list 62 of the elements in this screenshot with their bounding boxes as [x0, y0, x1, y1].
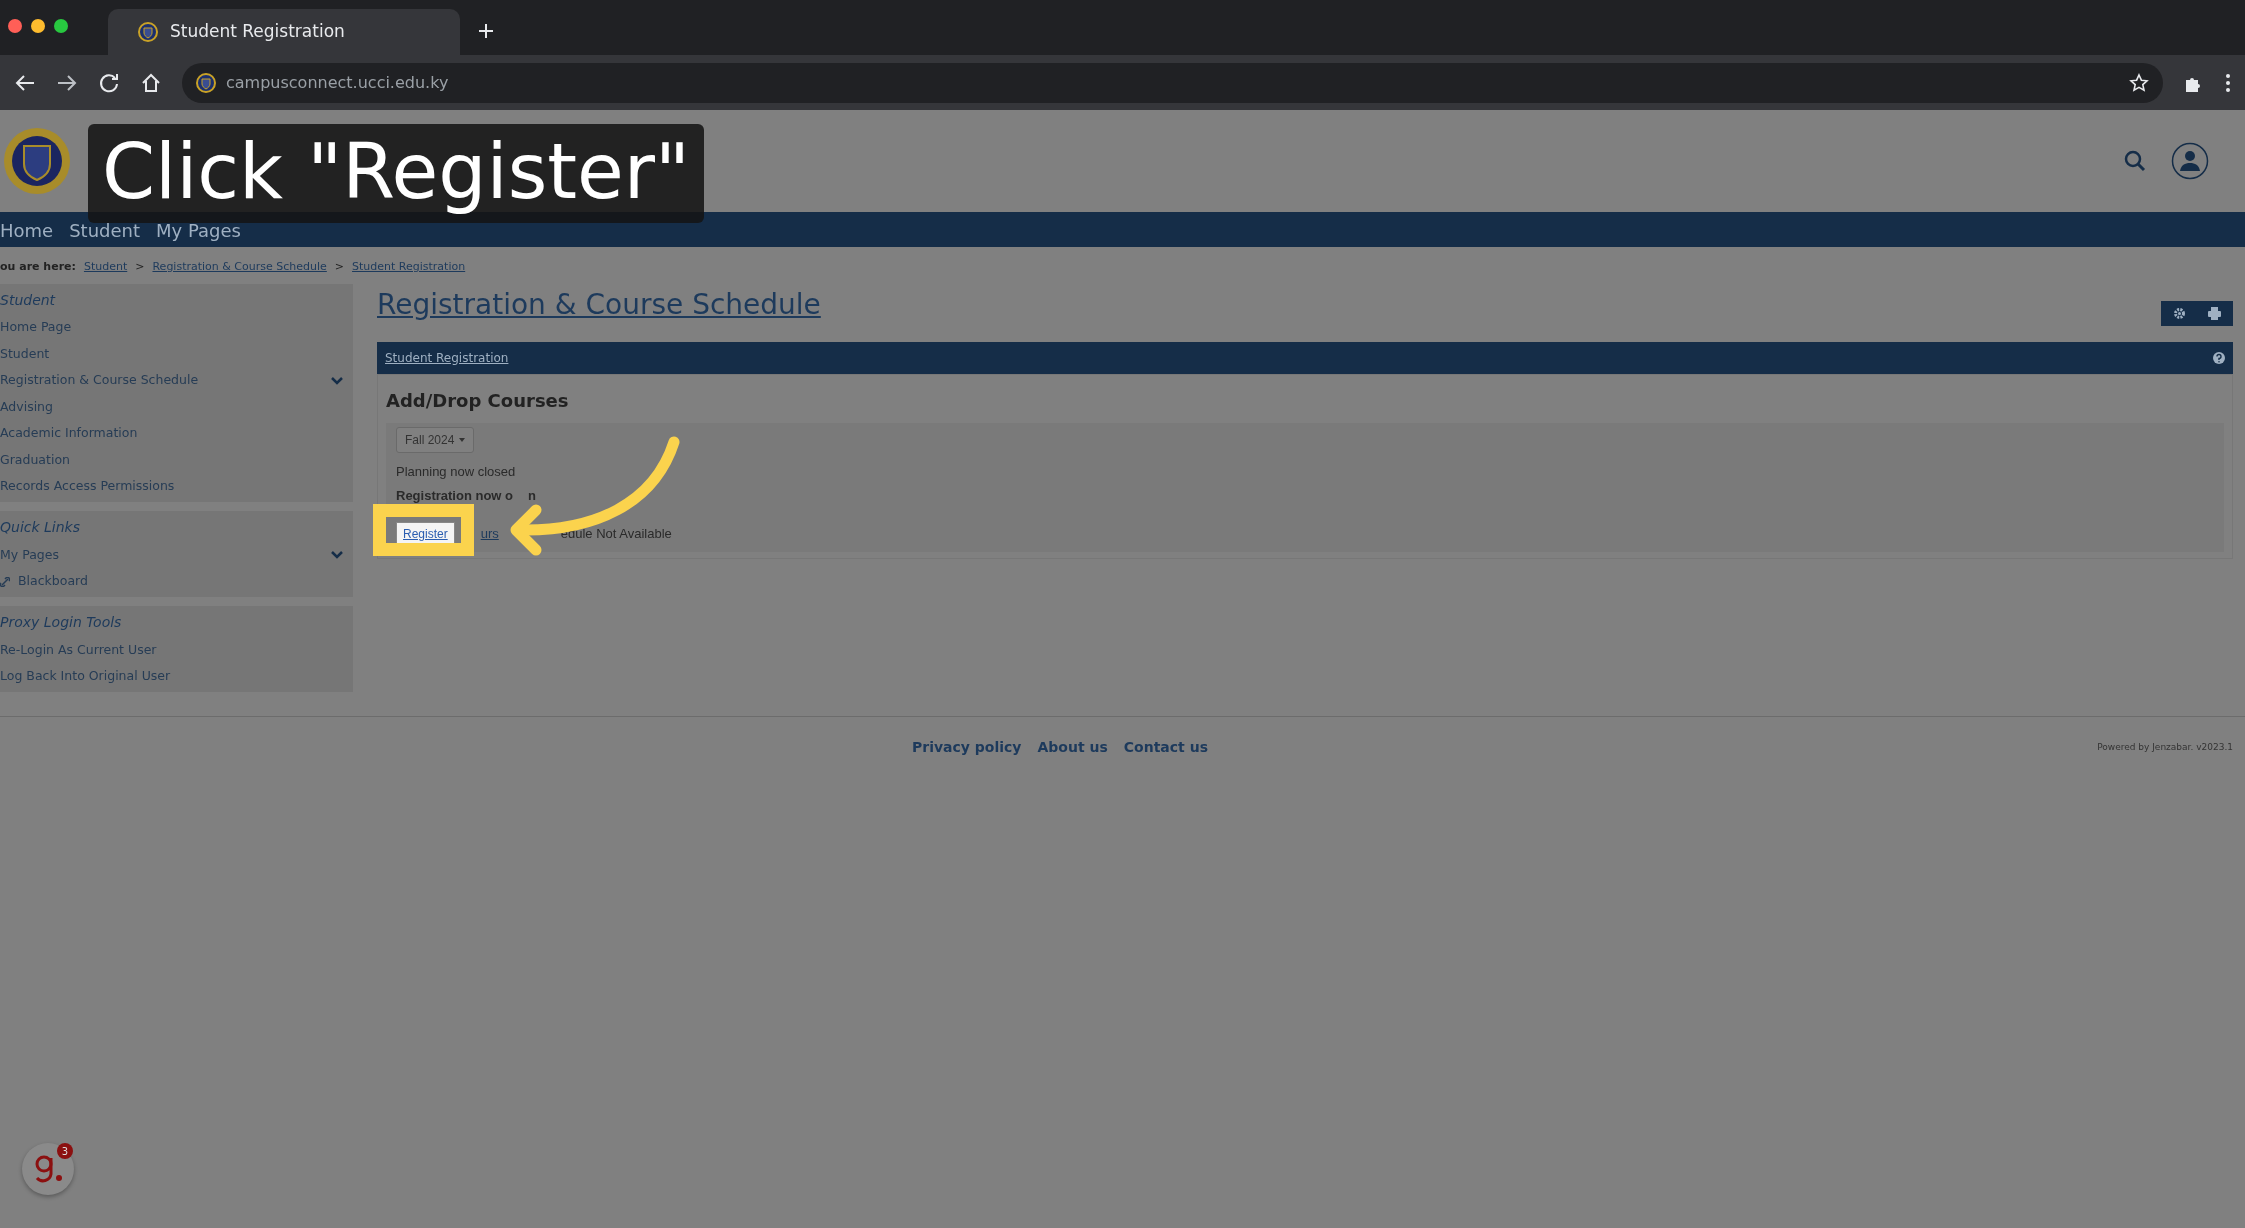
window-control-icon[interactable] — [8, 19, 22, 33]
user-account-icon[interactable] — [2171, 142, 2209, 180]
url-text: campusconnect.ucci.edu.ky — [226, 71, 449, 94]
browser-tab[interactable]: Student Registration — [108, 9, 460, 55]
breadcrumb-link[interactable]: Registration & Course Schedule — [152, 259, 327, 276]
nav-link[interactable]: Home — [0, 222, 54, 247]
sidebar-item[interactable]: My Pages — [0, 542, 353, 569]
page-title-link[interactable]: Registration & Course Schedule — [377, 283, 821, 326]
college-seal-logo — [2, 126, 72, 196]
sidebar-section-title: Proxy Login Tools — [0, 613, 123, 632]
sidebar-item[interactable]: Blackboard — [0, 568, 353, 595]
caret-icon — [459, 437, 466, 442]
sidebar-item[interactable]: Student — [0, 341, 353, 368]
sidebar-item[interactable]: Records Access Permissions — [0, 473, 353, 500]
section-heading: Add/Drop Courses — [386, 388, 570, 413]
footer-link[interactable]: Privacy policy — [912, 737, 1022, 758]
term-dropdown[interactable]: Fall 2024 — [396, 426, 475, 453]
footer-link[interactable]: Contact us — [1123, 737, 1208, 758]
sidebar-item[interactable]: Advising — [0, 394, 353, 421]
sidebar-item[interactable]: Academic Information — [0, 420, 353, 447]
chevron-down-icon — [331, 376, 343, 385]
search-icon[interactable] — [2123, 149, 2147, 173]
breadcrumb-label: ou are here: — [0, 259, 76, 275]
sidebar-section-title: Quick Links — [0, 518, 81, 537]
window-control-icon[interactable] — [54, 19, 68, 33]
breadcrumb-link[interactable]: Student Registration — [352, 259, 466, 276]
search-link[interactable]: urs — [480, 523, 499, 544]
register-button[interactable]: Register — [396, 521, 455, 546]
reload-icon[interactable] — [98, 71, 120, 94]
home-icon[interactable] — [140, 71, 162, 94]
new-tab-icon[interactable] — [476, 21, 496, 41]
chevron-down-icon — [331, 551, 343, 560]
status-text: Planning now closed — [396, 462, 517, 481]
more-icon[interactable] — [2225, 72, 2231, 93]
breadcrumb-link[interactable]: Student — [83, 259, 128, 276]
window-control-icon[interactable] — [31, 19, 45, 33]
sidebar-item[interactable]: Graduation — [0, 447, 353, 474]
status-text: edule Not Available — [560, 524, 672, 543]
tutorial-caption: Click "Register" — [88, 124, 705, 224]
nav-link[interactable]: My Pages — [156, 222, 241, 247]
powered-by-text: Powered by Jenzabar. v2023.1 — [2097, 740, 2233, 754]
sidebar-section-title: Student — [0, 290, 57, 310]
address-bar[interactable]: campusconnect.ucci.edu.ky — [182, 62, 2163, 103]
breadcrumb-separator: > — [135, 259, 145, 275]
bookmark-star-icon[interactable] — [2129, 72, 2149, 93]
notification-count: 3 — [57, 1143, 73, 1159]
site-icon — [196, 72, 216, 93]
assistant-launcher[interactable] — [22, 1143, 74, 1195]
sidebar-item[interactable]: Log Back Into Original User — [0, 663, 353, 690]
gear-icon[interactable] — [2173, 306, 2186, 320]
sidebar-item[interactable]: Re-Login As Current User — [0, 637, 353, 664]
help-icon — [2213, 351, 2225, 364]
breadcrumb-separator: > — [334, 259, 345, 275]
status-text: Registration now o — [396, 487, 513, 505]
favicon-icon — [138, 22, 158, 42]
link-icon — [0, 576, 10, 587]
status-text: n — [528, 487, 536, 505]
portlet-title-link[interactable]: Student Registration — [385, 348, 509, 367]
sidebar-item[interactable]: Registration & Course Schedule — [0, 367, 353, 394]
sidebar-item[interactable]: Home Page — [0, 314, 353, 341]
footer-link[interactable]: About us — [1037, 737, 1108, 758]
nav-link[interactable]: Student — [69, 222, 140, 247]
